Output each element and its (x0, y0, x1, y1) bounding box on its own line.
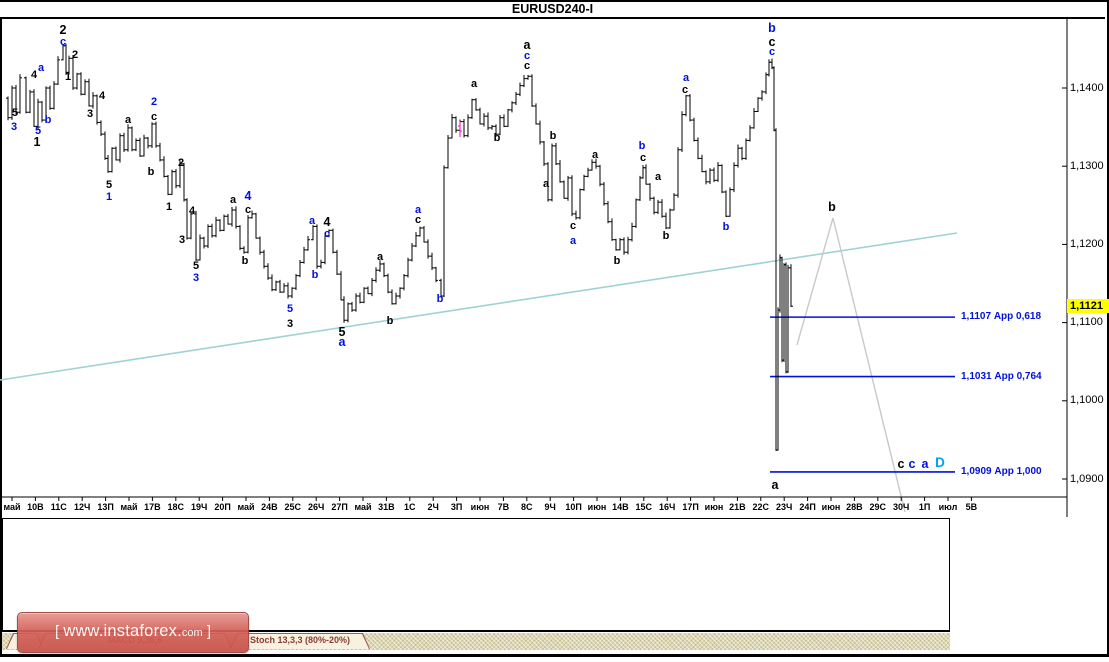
tab-stoch[interactable]: Stoch 13,3,3 (80%-20%) (230, 633, 370, 649)
logo-close-bracket: ] (202, 623, 211, 640)
projection-lines (796, 217, 906, 513)
tab-stoch-label: Stoch 13,3,3 (80%-20%) (249, 635, 351, 645)
price-bars (6, 43, 793, 451)
logo-domain: www.instaforex. (63, 622, 182, 640)
logo-tld: com (181, 627, 203, 639)
chart-window: EURUSD240-I 1,1107 Арр 0,618 1,1031 Арр 0… (0, 0, 1109, 662)
current-price-tag: 1,1121 (1067, 298, 1109, 313)
instaforex-logo[interactable]: [ www.instaforex.com ] (17, 612, 249, 653)
trendline (0, 232, 958, 381)
logo-open-bracket: [ (54, 623, 64, 640)
current-price-value: 1,1121 (1070, 299, 1104, 312)
axes (2, 18, 1068, 517)
highlight-bar (458, 121, 462, 137)
